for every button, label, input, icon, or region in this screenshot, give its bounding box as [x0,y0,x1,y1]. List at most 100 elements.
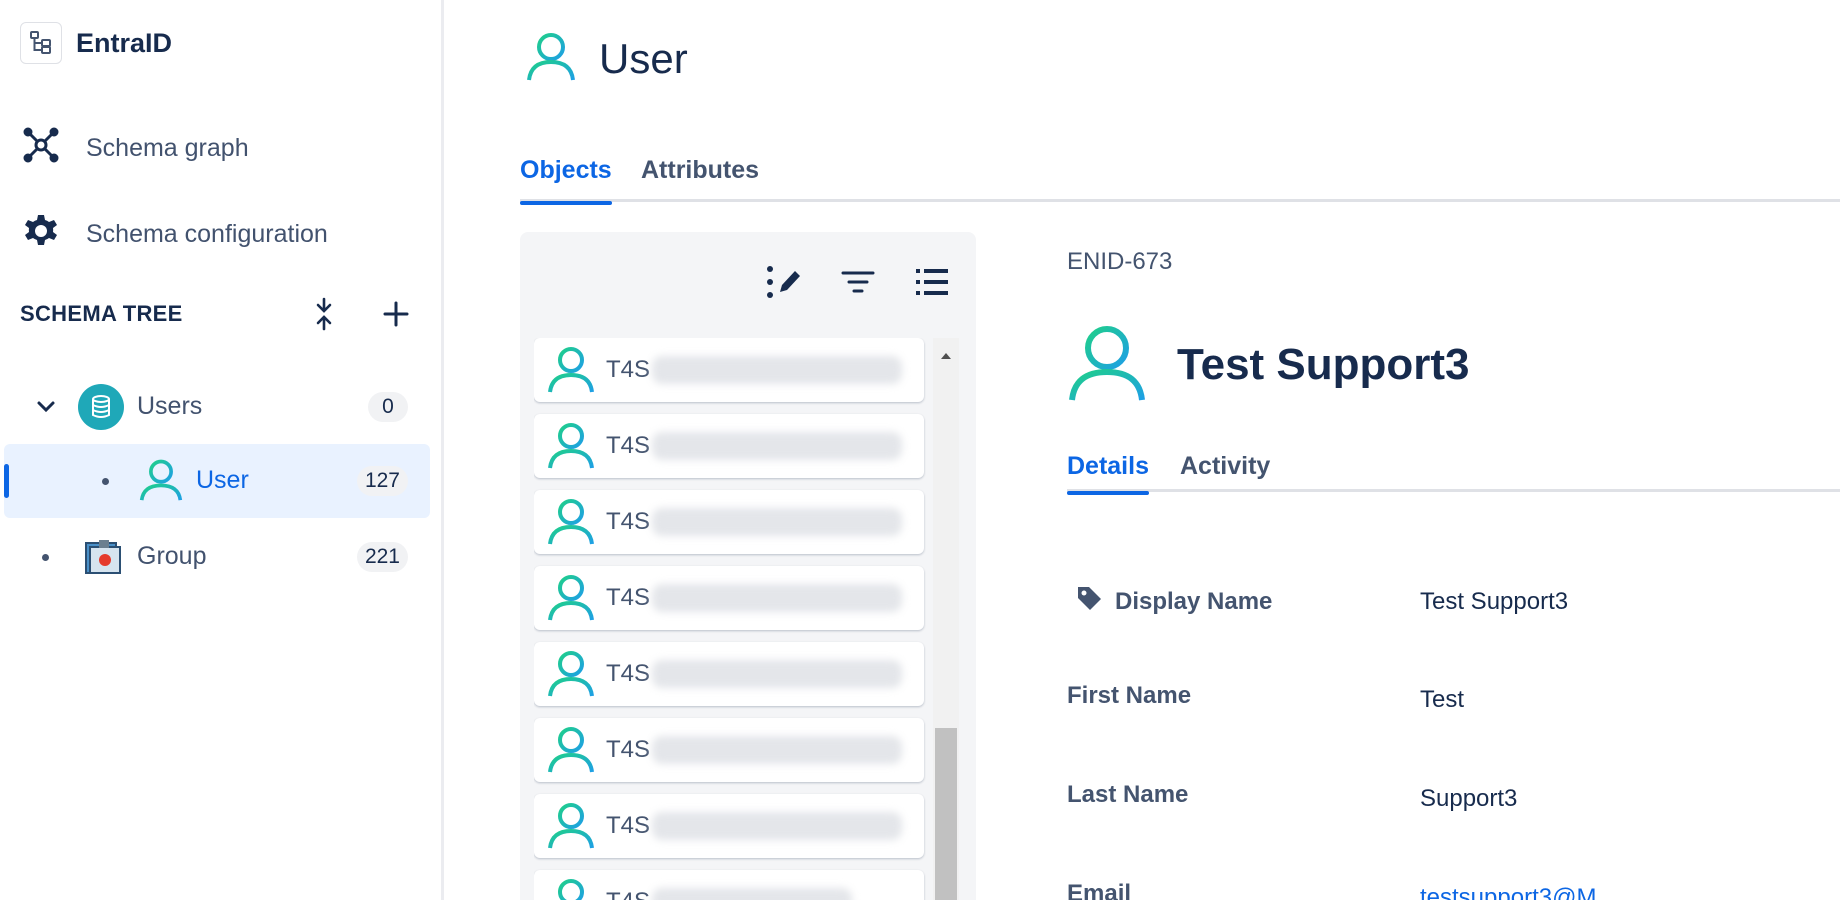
user-icon [546,724,598,776]
schema-tree-header: SCHEMA TREE [20,296,415,332]
user-icon [1067,322,1147,407]
list-item[interactable]: T4S [534,566,924,630]
tree-item-group-label: Group [137,542,207,570]
object-header: Test Support3 [1067,322,1470,407]
user-icon [525,30,577,87]
attr-value: Test [1420,686,1465,713]
redacted-text [652,356,902,384]
space-title: EntraID [76,27,173,58]
attr-label: Display Name [1115,587,1273,615]
tree-structure-icon [20,22,62,64]
user-icon [546,496,598,548]
list-item-label: T4S [606,812,651,839]
page-header: User [525,30,688,87]
main-content: User Objects Attributes T4S T4S T4S T4S … [447,0,1840,900]
list-item-label: T4S [606,736,651,763]
attr-label: Email [1067,880,1132,900]
list-item-label: T4S [606,660,651,687]
nav-schema-graph[interactable]: Schema graph [22,126,249,171]
collapse-icon[interactable] [306,296,342,332]
redacted-text [652,584,902,612]
object-key: ENID-673 [1067,248,1173,275]
database-icon [78,384,124,430]
nav-schema-configuration-label: Schema configuration [86,220,328,248]
tree-item-group-count: 221 [356,542,408,572]
gear-icon [22,212,60,257]
redacted-text [652,736,902,764]
attr-value: Support3 [1420,785,1518,812]
schema-tree-title: SCHEMA TREE [20,301,183,326]
email-link[interactable]: testsupport3@M... [1420,884,1616,900]
plus-icon[interactable] [378,296,414,332]
chevron-down-icon[interactable] [34,395,58,419]
tree-item-user[interactable]: User 127 [4,444,430,518]
list-toolbar [764,262,952,302]
redacted-text [652,432,902,460]
user-icon [546,420,598,472]
list-item[interactable]: T4S [534,870,924,900]
object-type-tabs: Objects Attributes [520,150,1840,205]
tag-icon [1075,584,1103,619]
space-header[interactable]: EntraID [20,22,172,64]
detail-tabs: Details Activity [1067,440,1840,495]
schema-graph-icon [22,126,60,171]
tree-bullet [42,554,49,561]
attr-label: First Name [1067,682,1192,709]
attr-label-wrap: Display Name [1075,584,1272,619]
scroll-up-icon[interactable] [933,346,959,366]
list-item-label: T4S [606,508,651,535]
list-icon[interactable] [912,262,952,302]
tree-item-users[interactable]: Users 0 [4,370,430,444]
user-icon [138,456,184,502]
tree-item-user-label: User [196,466,249,494]
edit-list-icon[interactable] [764,262,804,302]
tree-item-users-count: 0 [368,392,408,422]
page-title: User [599,34,688,82]
list-scrollbar[interactable] [933,338,959,900]
tree-item-users-label: Users [137,392,203,420]
attr-last-name: Last Name Support3 [1067,781,1840,821]
attr-display-name: Display Name Test Support3 [1067,584,1840,624]
nav-schema-configuration[interactable]: Schema configuration [22,212,328,257]
user-icon [546,648,598,700]
list-item-label: T4S [606,888,650,900]
list-item[interactable]: T4S [534,414,924,478]
list-item[interactable]: T4S [534,794,924,858]
nav-schema-graph-label: Schema graph [86,134,249,162]
list-item[interactable]: T4S [534,338,924,402]
list-item[interactable]: T4S [534,718,924,782]
tab-details[interactable]: Details [1067,440,1149,495]
user-icon [546,800,598,852]
user-icon [546,344,598,396]
list-item-label: T4S [606,584,651,611]
attr-label: Last Name [1067,781,1189,808]
tab-attributes[interactable]: Attributes [641,150,759,202]
filter-icon[interactable] [838,262,878,302]
scrollbar-thumb[interactable] [935,728,957,900]
sidebar: EntraID Schema graph Schema configuratio… [0,0,444,900]
list-item[interactable]: T4S [534,642,924,706]
group-icon [80,534,126,580]
object-title: Test Support3 [1177,339,1470,389]
attr-value: Test Support3 [1420,588,1569,615]
tab-activity[interactable]: Activity [1180,440,1270,492]
list-item-label: T4S [606,356,651,383]
redacted-text [652,660,902,688]
redacted-text [652,812,902,840]
object-list-panel: T4S T4S T4S T4S T4S T4S T4S T4S [520,232,976,900]
list-item-label: T4S [606,432,651,459]
tree-item-user-count: 127 [356,466,408,496]
tree-bullet [102,478,109,485]
redacted-text [652,888,852,900]
selection-indicator [4,464,9,498]
attr-email: Email testsupport3@M... [1067,880,1840,900]
object-detail: ENID-673 Test Support3 Details Activity [1067,232,1840,900]
tree-item-group[interactable]: Group 221 [4,520,430,594]
list-item[interactable]: T4S [534,490,924,554]
attr-first-name: First Name Test [1067,682,1840,722]
user-icon [546,572,598,624]
tab-objects[interactable]: Objects [520,150,612,205]
app-root: EntraID Schema graph Schema configuratio… [0,0,1840,900]
user-icon [546,876,598,900]
redacted-text [652,508,902,536]
